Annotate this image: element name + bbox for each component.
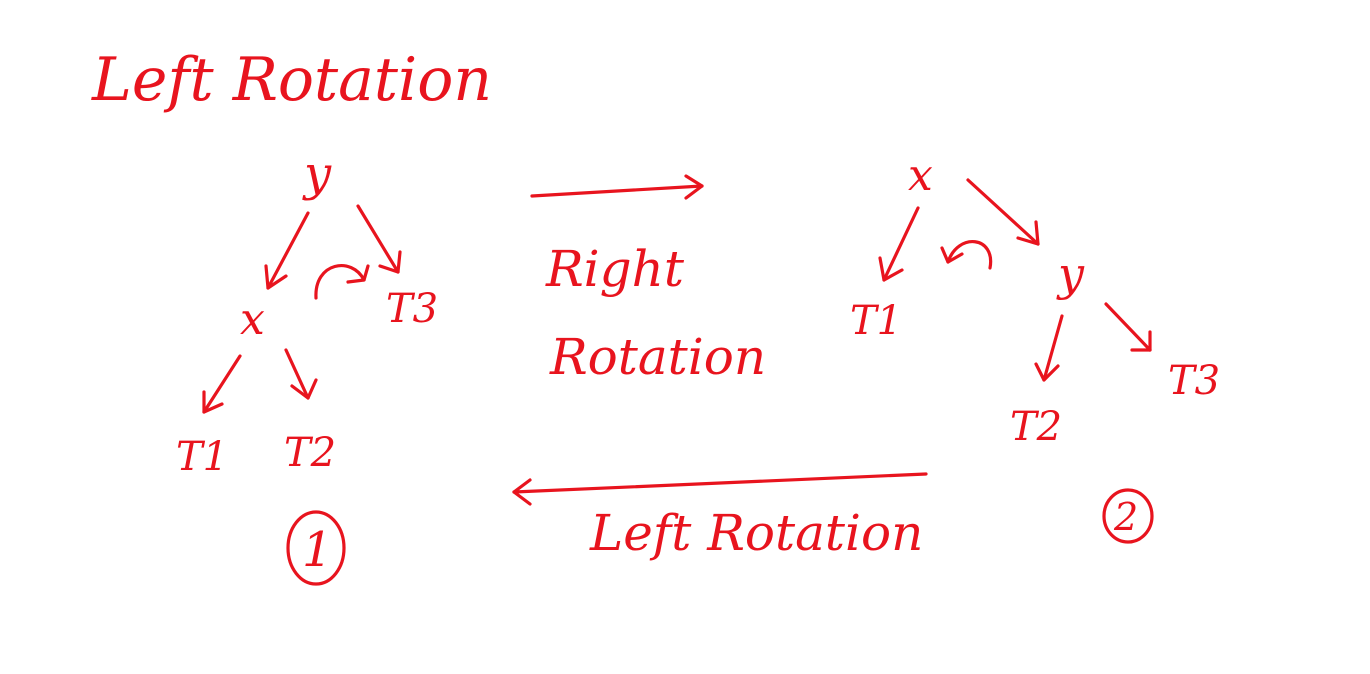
tree1-badge-number: 1 [302, 522, 333, 578]
tree1-right-node: T3 [386, 286, 438, 332]
right-rotation-label-line1: Right [545, 240, 685, 298]
page-title: Left Rotation [91, 45, 492, 115]
right-arrow-shaft [530, 184, 704, 198]
tree-1: y x T3 T1 T2 1 [176, 146, 438, 586]
tree1-edge-root-left [266, 211, 310, 290]
left-rotation-label: Left Rotation [589, 504, 923, 562]
tree1-arrowhead-root-right [378, 250, 402, 274]
tree1-edge-root-right [356, 204, 400, 274]
tree2-badge-number: 2 [1113, 495, 1138, 539]
tree2-left-node: T1 [850, 298, 902, 344]
tree2-edge-y-right [1104, 302, 1152, 352]
tree2-y-right-leaf: T3 [1168, 358, 1220, 404]
tree2-rotation-curl-icon [946, 240, 993, 270]
right-rotation-label-line2: Rotation [549, 328, 766, 386]
tree1-x-left-leaf: T1 [176, 434, 228, 480]
tree1-root-node: y [302, 146, 332, 202]
tree1-left-node: x [240, 294, 265, 345]
tree1-x-right-leaf: T2 [284, 430, 336, 476]
tree2-root-node: x [908, 150, 933, 201]
left-rotation-arrow: Left Rotation [512, 472, 928, 562]
right-rotation-arrow: Right Rotation [530, 174, 766, 386]
tree2-edge-root-right [966, 178, 1040, 246]
whiteboard-diagram: Left Rotation y x T3 T1 T2 1 Right Rotat… [91, 45, 1220, 586]
left-arrow-shaft [512, 472, 928, 494]
tree2-right-node: y [1056, 247, 1085, 301]
tree2-arrowhead-root-left [878, 256, 904, 282]
tree1-arrowhead-root-left [264, 264, 288, 290]
tree-2: x T1 y T2 T3 2 [850, 150, 1220, 544]
tree2-y-left-leaf: T2 [1010, 404, 1062, 450]
